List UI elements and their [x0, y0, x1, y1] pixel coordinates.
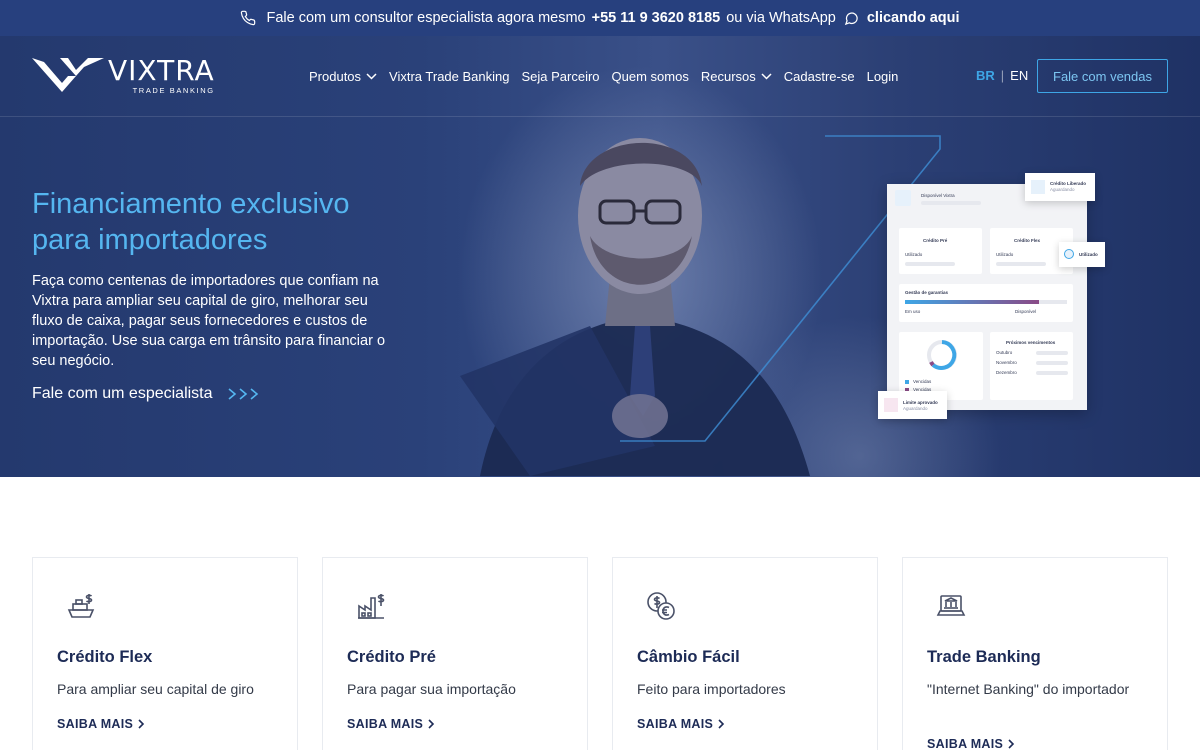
nav-item-3[interactable]: Quem somos: [612, 69, 689, 84]
saiba-mais-link[interactable]: SAIBA MAIS: [347, 717, 435, 731]
ship-dollar-icon: [67, 594, 95, 618]
hero-link-label: Fale com um especialista: [32, 385, 213, 402]
product-card-trade-banking[interactable]: Trade Banking "Internet Banking" do impo…: [902, 557, 1168, 750]
dash-avatar-icon: [895, 190, 911, 206]
nav-item-label: Recursos: [700, 68, 756, 84]
nav-item-label: Quem somos: [611, 68, 689, 84]
hero-description: Faça como centenas de importadores que c…: [32, 273, 386, 369]
top-contact-bar: Fale com um consultor especialista agora…: [0, 0, 1200, 36]
dash-utilizado-float-label: Utilizado: [1079, 252, 1098, 257]
dash-card-donut: Vencidas Vencidas: [899, 332, 983, 400]
nav-item-0[interactable]: Produtos: [309, 69, 377, 84]
dash-month-1: Outubro: [996, 350, 1013, 355]
chevron-right-icon: [428, 719, 435, 729]
nav-item-label: Cadastre-se: [783, 68, 855, 84]
saiba-mais-link[interactable]: SAIBA MAIS: [57, 717, 145, 731]
arrow-up-icon: [884, 398, 898, 412]
dash-proximos-label: Próximos vencimentos: [1006, 340, 1056, 345]
dash-month-3: Dezembro: [996, 370, 1017, 375]
dash-card-credito-pre: Crédito Pré Utilizado: [899, 228, 982, 274]
whatsapp-icon: [844, 11, 858, 25]
nav-item-6[interactable]: Login: [867, 69, 899, 84]
dash-float-utilizado: Utilizado: [1059, 242, 1105, 267]
lang-separator: |: [1000, 68, 1005, 83]
nav-item-1[interactable]: Vixtra Trade Banking: [389, 69, 509, 84]
saiba-mais-link[interactable]: SAIBA MAIS: [927, 737, 1015, 750]
exchange-coins-icon: [647, 592, 675, 620]
dash-float-limite: Limite aprovado Aguardando: [878, 391, 947, 419]
triple-chevron-icon: [227, 387, 263, 401]
logo-name: VIXTRA: [108, 54, 215, 87]
saiba-mais-link[interactable]: SAIBA MAIS: [637, 717, 725, 731]
chevron-right-icon: [1008, 739, 1015, 749]
dash-card-gestao: Gestão de garantias Em uso Disponível: [899, 284, 1073, 322]
dash-credito-liberado-label: Crédito Liberado: [1050, 181, 1087, 186]
dash-utilizado-label: Utilizado: [905, 252, 923, 257]
dash-card-vencimentos: Próximos vencimentos Outubro Novembro De…: [990, 332, 1073, 400]
lang-br[interactable]: BR: [976, 68, 995, 83]
dash-gestao-label: Gestão de garantias: [905, 290, 949, 295]
dash-header: Disponível Vixtra: [921, 193, 955, 198]
card-description: Feito para importadores: [637, 681, 786, 697]
nav-item-label: Produtos: [309, 68, 362, 84]
dash-donut-chart: [927, 340, 957, 370]
card-title: Câmbio Fácil: [637, 648, 740, 666]
dash-limite-sub: Aguardando: [903, 406, 928, 411]
lang-en[interactable]: EN: [1010, 68, 1028, 83]
card-title: Trade Banking: [927, 648, 1041, 666]
dash-float-credito-liberado: Crédito Liberado Aguardando: [1025, 173, 1095, 201]
dash-legend-1: Vencidas: [913, 379, 932, 384]
factory-dollar-icon: [358, 594, 385, 619]
whatsapp-link[interactable]: clicando aqui: [867, 10, 960, 26]
card-description: Para pagar sua importação: [347, 681, 516, 697]
dash-credito-pre-label: Crédito Pré: [923, 238, 948, 243]
card-description: Para ampliar seu capital de giro: [57, 681, 254, 697]
laptop-bank-icon: [936, 595, 966, 616]
dashboard-preview: Disponível Vixtra Crédito Pré Utilizado …: [887, 184, 1087, 410]
nav-item-label: Vixtra Trade Banking: [389, 68, 510, 84]
vixtra-logo[interactable]: VIXTRA TRADE BANKING: [32, 56, 215, 95]
nav-item-label: Seja Parceiro: [521, 68, 600, 84]
nav-item-2[interactable]: Seja Parceiro: [522, 69, 600, 84]
topbar-text-middle: ou via WhatsApp: [726, 10, 836, 26]
check-icon: [1031, 180, 1045, 194]
nav-item-4[interactable]: Recursos: [701, 69, 772, 84]
chevron-down-icon: [366, 72, 377, 80]
dash-gestao-bar: [905, 300, 1040, 304]
product-card-cambio-facil[interactable]: Câmbio Fácil Feito para importadores SAI…: [612, 557, 878, 750]
topbar-text: Fale com um consultor especialista agora…: [266, 10, 586, 26]
saiba-mais-label: SAIBA MAIS: [927, 737, 1004, 750]
dash-credito-liberado-sub: Aguardando: [1050, 187, 1075, 192]
card-description: "Internet Banking" do importador: [927, 681, 1130, 697]
dash-month-2: Novembro: [996, 360, 1017, 365]
dash-em-uso-label: Em uso: [905, 309, 921, 314]
chevron-right-icon: [718, 719, 725, 729]
hero-title: Financiamento exclusivo para importadore…: [32, 188, 350, 256]
logo-subtitle: TRADE BANKING: [132, 86, 215, 95]
dash-utilizado-label-2: Utilizado: [996, 252, 1014, 257]
nav-item-label: Login: [866, 68, 899, 84]
vixtra-logo-mark-icon: [32, 58, 104, 92]
card-title: Crédito Flex: [57, 648, 153, 666]
product-card-credito-pre[interactable]: Crédito Pré Para pagar sua importação SA…: [322, 557, 588, 750]
topbar-phone-number[interactable]: +55 11 9 3620 8185: [592, 10, 721, 26]
chevron-down-icon: [761, 72, 772, 80]
saiba-mais-label: SAIBA MAIS: [57, 717, 134, 731]
talk-to-specialist-link[interactable]: Fale com um especialista: [32, 385, 263, 403]
language-switcher: BR | EN: [976, 68, 1028, 83]
clock-icon: [1064, 249, 1074, 259]
saiba-mais-label: SAIBA MAIS: [637, 717, 714, 731]
phone-icon: [241, 10, 256, 26]
product-card-credito-flex[interactable]: Crédito Flex Para ampliar seu capital de…: [32, 557, 298, 750]
saiba-mais-label: SAIBA MAIS: [347, 717, 424, 731]
dash-credito-flex-label: Crédito Flex: [1014, 238, 1041, 243]
dash-disponivel-label: Disponível: [1015, 309, 1037, 314]
card-title: Crédito Pré: [347, 648, 436, 666]
contact-sales-button[interactable]: Fale com vendas: [1037, 59, 1168, 93]
dash-gestao-track: [905, 300, 1067, 304]
nav-item-5[interactable]: Cadastre-se: [784, 69, 855, 84]
main-nav: Produtos Vixtra Trade Banking Seja Parceir…: [309, 64, 898, 88]
chevron-right-icon: [138, 719, 145, 729]
dash-limite-label: Limite aprovado: [903, 400, 938, 405]
